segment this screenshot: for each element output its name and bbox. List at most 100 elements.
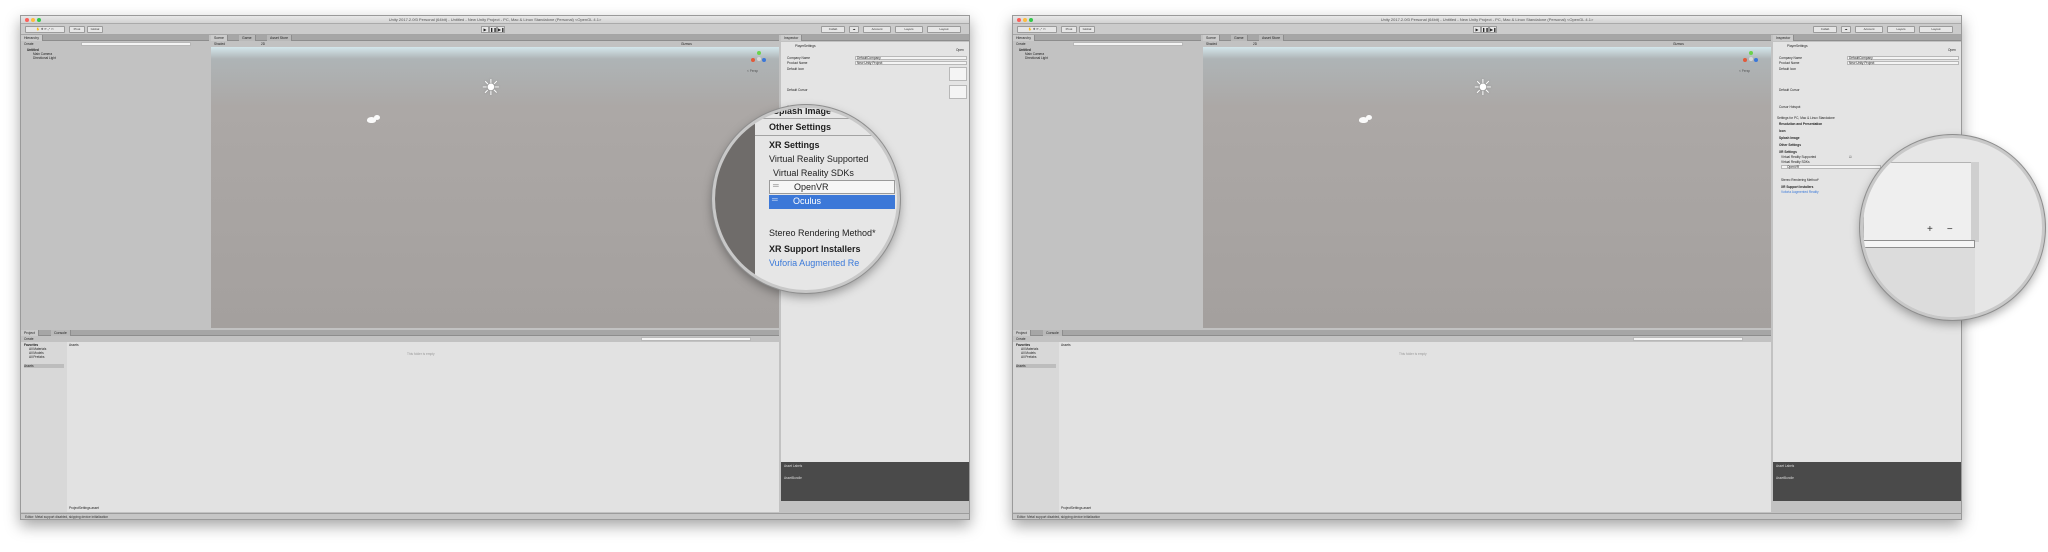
pivot-toggle[interactable]: Pivot: [69, 26, 85, 33]
hierarchy-tabbar: Hierarchy: [1013, 35, 1201, 41]
2d-toggle[interactable]: 2D: [1253, 42, 1257, 46]
minimize-window-button[interactable]: [31, 18, 35, 22]
close-window-button[interactable]: [25, 18, 29, 22]
persp-label[interactable]: < Persp: [747, 69, 758, 73]
scene-viewport[interactable]: ☀ < Persp: [211, 47, 779, 328]
hierarchy-create-button[interactable]: Create: [1016, 42, 1026, 46]
hierarchy-search-input[interactable]: [81, 42, 191, 46]
tab-asset-store[interactable]: Asset Store: [1259, 35, 1285, 41]
hierarchy-create-button[interactable]: Create: [24, 42, 34, 46]
resolution-section[interactable]: Resolution and Presentation: [1779, 122, 1822, 126]
gizmos-dropdown[interactable]: Gizmos: [1673, 42, 1684, 46]
tab-inspector[interactable]: Inspector: [1773, 35, 1795, 41]
hierarchy-item[interactable]: Directional Light: [1025, 56, 1048, 60]
favorite-item[interactable]: All Prefabs: [29, 355, 44, 359]
layout-dropdown[interactable]: Layout: [927, 26, 961, 33]
collab-dropdown[interactable]: Collab: [821, 26, 845, 33]
asset-labels-preview: Asset Labels AssetBundle: [1773, 462, 1961, 501]
tab-console[interactable]: Console: [1043, 330, 1063, 336]
minimize-window-button[interactable]: [1023, 18, 1027, 22]
tab-inspector[interactable]: Inspector: [781, 35, 803, 41]
tab-scene[interactable]: Scene: [1203, 35, 1220, 41]
inspector-open-button[interactable]: Open: [956, 48, 964, 52]
maximize-window-button[interactable]: [37, 18, 41, 22]
project-create-button[interactable]: Create: [1016, 337, 1026, 341]
project-search-input[interactable]: [1633, 337, 1743, 341]
camera-icon: [1359, 115, 1373, 123]
vr-sdks-label: Virtual Reality SDKs: [1781, 160, 1810, 164]
global-toggle[interactable]: Global: [87, 26, 103, 33]
product-name-label: Product Name: [1779, 61, 1800, 65]
tab-project[interactable]: Project: [1013, 330, 1031, 336]
default-icon-slot[interactable]: [949, 67, 967, 81]
default-cursor-slot[interactable]: [949, 85, 967, 99]
scene-viewport[interactable]: ☀ < Persp: [1203, 47, 1771, 328]
account-dropdown[interactable]: Account: [863, 26, 891, 33]
vuforia-link[interactable]: Vuforia Augmented Re: [769, 258, 859, 268]
layers-dropdown[interactable]: Layers: [1887, 26, 1915, 33]
cloud-icon[interactable]: ☁: [1841, 26, 1851, 33]
sdk-list-row-openvr[interactable]: ═ OpenVR: [769, 180, 895, 194]
tab-hierarchy[interactable]: Hierarchy: [1013, 35, 1035, 41]
xr-settings-section[interactable]: XR Settings: [769, 140, 820, 150]
tab-hierarchy[interactable]: Hierarchy: [21, 35, 43, 41]
other-settings-section[interactable]: Other Settings: [1779, 143, 1801, 147]
collab-dropdown[interactable]: Collab: [1813, 26, 1837, 33]
account-dropdown[interactable]: Account: [1855, 26, 1883, 33]
layers-dropdown[interactable]: Layers: [895, 26, 923, 33]
drag-handle-icon[interactable]: ═: [772, 195, 778, 204]
drag-handle-icon[interactable]: ═: [773, 181, 779, 190]
transform-tools[interactable]: ✋ ✥ ⟳ ⤢ ▭: [1017, 26, 1057, 33]
stereo-rendering-dropdown[interactable]: [1863, 240, 1975, 248]
window-title: Unity 2017.2.0f3 Personal (64bit) - Unti…: [1380, 17, 1594, 22]
splash-image-section[interactable]: Splash Image: [1779, 136, 1800, 140]
assets-folder[interactable]: Assets: [1016, 364, 1056, 368]
vuforia-link[interactable]: Vuforia Augmented Reality: [1781, 190, 1819, 194]
tab-game[interactable]: Game: [1231, 35, 1248, 41]
tab-console[interactable]: Console: [51, 330, 71, 336]
vr-supported-checkbox[interactable]: ☑: [1849, 155, 1852, 159]
xr-support-installers-label: XR Support Installers: [1781, 185, 1814, 189]
project-create-button[interactable]: Create: [24, 337, 34, 341]
global-toggle[interactable]: Global: [1079, 26, 1095, 33]
maximize-window-button[interactable]: [1029, 18, 1033, 22]
project-search-input[interactable]: [641, 337, 751, 341]
cloud-icon[interactable]: ☁: [849, 26, 859, 33]
xr-settings-section[interactable]: XR Settings: [1779, 150, 1797, 154]
close-window-button[interactable]: [1017, 18, 1021, 22]
inspector-scrollbar[interactable]: [1971, 162, 1979, 242]
transform-tools[interactable]: ✋ ✥ ⟳ ⤢ ▭: [25, 26, 65, 33]
2d-toggle[interactable]: 2D: [261, 42, 265, 46]
project-tabbar: Project Console: [21, 330, 779, 336]
tab-scene[interactable]: Scene: [211, 35, 228, 41]
empty-folder-text: This folder is empty: [407, 352, 435, 356]
orientation-gizmo[interactable]: [1743, 51, 1759, 67]
remove-sdk-button[interactable]: −: [1947, 224, 1953, 235]
shading-mode-dropdown[interactable]: Shaded: [214, 42, 225, 46]
play-icon[interactable]: ▶: [1473, 26, 1481, 33]
pause-icon[interactable]: ❚❚: [489, 26, 497, 33]
layout-dropdown[interactable]: Layout: [1919, 26, 1953, 33]
icon-section[interactable]: Icon: [1779, 129, 1786, 133]
favorite-item[interactable]: All Prefabs: [1021, 355, 1036, 359]
assets-folder[interactable]: Assets: [24, 364, 64, 368]
other-settings-section[interactable]: Other Settings: [769, 122, 831, 132]
play-icon[interactable]: ▶: [481, 26, 489, 33]
orientation-gizmo[interactable]: [751, 51, 767, 67]
gizmos-dropdown[interactable]: Gizmos: [681, 42, 692, 46]
sdk-list-row-oculus[interactable]: ═ Oculus: [769, 195, 895, 209]
inspector-open-button[interactable]: Open: [1948, 48, 1956, 52]
shading-mode-dropdown[interactable]: Shaded: [1206, 42, 1217, 46]
persp-label[interactable]: < Persp: [1739, 69, 1750, 73]
splash-image-section[interactable]: Splash Image: [773, 108, 831, 116]
hierarchy-search-input[interactable]: [1073, 42, 1183, 46]
add-sdk-button[interactable]: +: [1927, 224, 1933, 235]
tab-project[interactable]: Project: [21, 330, 39, 336]
pivot-toggle[interactable]: Pivot: [1061, 26, 1077, 33]
pause-icon[interactable]: ❚❚: [1481, 26, 1489, 33]
tab-asset-store[interactable]: Asset Store: [267, 35, 293, 41]
hierarchy-item[interactable]: Directional Light: [33, 56, 56, 60]
tab-game[interactable]: Game: [239, 35, 256, 41]
step-icon[interactable]: ▶❚: [1489, 26, 1497, 33]
step-icon[interactable]: ▶❚: [497, 26, 505, 33]
